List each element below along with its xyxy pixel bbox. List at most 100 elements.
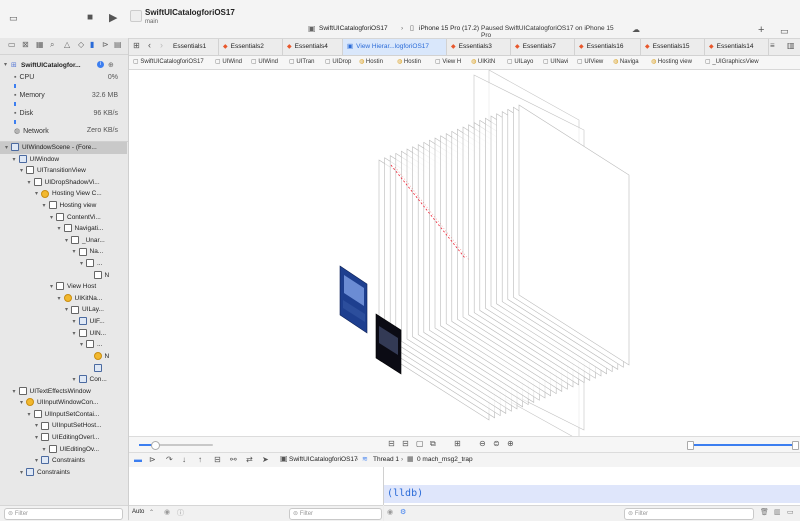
disclosure-icon[interactable]: ▾ — [13, 386, 19, 398]
disclosure-icon[interactable]: ▾ — [43, 444, 49, 456]
zoom-out-icon[interactable]: ⊖ — [479, 439, 486, 448]
tree-row[interactable]: ▾ ContentVi... — [0, 212, 128, 224]
tree-row[interactable]: ▾ Constraints — [0, 455, 128, 467]
tree-row[interactable]: ▾ UIWindowScene - (Fore... — [0, 142, 127, 154]
disclosure-icon[interactable]: ▾ — [73, 316, 79, 328]
grid-icon[interactable]: ⊞ — [133, 41, 140, 50]
network-gauge[interactable]: ◍ Network Zero KB/s — [14, 127, 118, 139]
breadcrumb-item[interactable]: ▢ _UIGraphicsView — [705, 58, 763, 65]
add-icon[interactable]: + — [758, 24, 764, 36]
trash-icon[interactable]: 🗑 — [760, 508, 769, 516]
tree-row[interactable]: ▾ Con... — [0, 374, 128, 386]
info-icon[interactable]: i — [97, 61, 104, 68]
inspector-toggle-icon[interactable]: ▭ — [780, 26, 789, 37]
disk-gauge[interactable]: ▪ Disk 96 KB/s — [14, 110, 118, 124]
breadcrumb-item[interactable]: ◍ Hosting view — [651, 58, 705, 65]
tree-row[interactable]: ▾ UITextEffectsWindow — [0, 386, 128, 398]
run-icon[interactable]: ▶ — [109, 11, 117, 24]
info-circle-icon[interactable]: ⓘ — [177, 508, 184, 518]
environment-icon[interactable]: ⇄ — [246, 455, 253, 464]
disclosure-icon[interactable]: ▾ — [73, 246, 79, 258]
step-into-icon[interactable]: ↓ — [182, 455, 186, 464]
continue-icon[interactable]: ⊳ — [149, 455, 156, 464]
spacing-slider-track[interactable] — [139, 441, 213, 450]
tree-row[interactable]: ▾ UIInputWindowCon... — [0, 397, 128, 409]
tree-row[interactable]: ▾... — [0, 339, 128, 351]
process-row[interactable]: ▾ ⊞ SwiftUICatalogfor... i ⊕ — [4, 61, 126, 72]
back-icon[interactable]: ‹ — [148, 40, 151, 50]
tree-row[interactable]: N — [0, 270, 128, 282]
tree-row[interactable]: ▾ Na... — [0, 246, 128, 258]
tree-row[interactable]: N — [0, 351, 128, 363]
tree-row[interactable]: ▾ UIInputSetHost... — [0, 420, 128, 432]
breadcrumb-item[interactable]: ▢ UINavi — [543, 58, 577, 65]
disclosure-icon[interactable]: ▾ — [43, 200, 49, 212]
view-layers-svg[interactable] — [129, 69, 800, 441]
maximize-console-icon[interactable]: ▭ — [787, 508, 794, 516]
disclosure-icon[interactable]: ▾ — [28, 177, 34, 189]
breadcrumb-item[interactable]: ◍ Naviga — [613, 58, 651, 65]
console-input-line[interactable]: (lldb) — [384, 485, 800, 503]
variables-filter-input[interactable]: ⊜ Filter — [289, 508, 382, 520]
tree-row[interactable]: ▾ UIEditingOverl... — [0, 432, 128, 444]
tab-1[interactable]: Essentials1 — [169, 39, 219, 55]
breadcrumb-item[interactable]: ▢ UIView — [577, 58, 613, 65]
tree-row[interactable]: ▾ Navigati... — [0, 223, 128, 235]
tab-5[interactable]: ◆ Essentials3 — [447, 39, 511, 55]
folder-icon[interactable]: ▭ — [8, 40, 16, 49]
console-settings-icon[interactable]: ⚙ — [400, 508, 406, 516]
grid-view-icon[interactable]: ⊞ — [454, 439, 461, 448]
tree-row[interactable]: ▾ UIN... — [0, 328, 128, 340]
scheme-selector[interactable]: SwiftUICatalogforiOS17 — [319, 25, 388, 32]
breadcrumb-item[interactable]: ◍ Hostin — [359, 58, 397, 65]
source-control-icon[interactable]: ⊠ — [22, 40, 29, 49]
breadcrumb-item[interactable]: ▢ UIWind — [215, 58, 251, 65]
more-options-icon[interactable]: ⊕ — [108, 61, 114, 69]
tree-row[interactable]: ▾ UIDropShadowVi... — [0, 177, 128, 189]
disclosure-icon[interactable]: ▾ — [73, 374, 79, 386]
navigation-bar-snapshot[interactable] — [339, 265, 368, 334]
debug-view-hierarchy-icon[interactable]: ⊟ — [214, 455, 221, 464]
scope-selector[interactable]: Auto — [132, 509, 144, 515]
variables-view[interactable] — [129, 467, 384, 505]
range-slider-right-thumb[interactable] — [792, 441, 799, 450]
console-filter-input[interactable]: ⊜ Filter — [624, 508, 754, 520]
view-debugger-canvas[interactable] — [129, 69, 800, 441]
tree-row[interactable]: ▾ UIWindow — [0, 154, 128, 166]
thread-crumb[interactable]: Thread 1 — [373, 456, 399, 463]
step-over-icon[interactable]: ↷ — [166, 455, 173, 464]
split-editor-icon[interactable]: ▥ — [787, 41, 795, 50]
disclosure-icon[interactable]: ▾ — [28, 409, 34, 421]
range-slider-track[interactable] — [687, 441, 799, 450]
tree-row[interactable]: ▾ Hosting view — [0, 200, 128, 212]
breadcrumb-item[interactable]: ▢ UIDrop — [325, 58, 359, 65]
zoom-in-icon[interactable]: ⊕ — [507, 439, 514, 448]
frame-crumb[interactable]: 0 mach_msg2_trap — [417, 456, 473, 463]
tab-2[interactable]: ◆ Essentials2 — [219, 39, 283, 55]
breadcrumb-item[interactable]: ◍ UIKitN — [471, 58, 507, 65]
editor-options-icon[interactable]: ≡ — [770, 41, 775, 50]
memory-graph-icon[interactable]: ⚯ — [230, 455, 237, 464]
range-slider-left-thumb[interactable] — [687, 441, 694, 450]
tree-row[interactable]: ▾ UIEditingOv... — [0, 444, 128, 456]
hide-debug-area-icon[interactable]: ▬ — [134, 455, 142, 464]
tree-row[interactable]: ▾ UITransitionView — [0, 165, 128, 177]
spacing-slider-thumb[interactable] — [151, 441, 160, 450]
navigator-filter-input[interactable]: ⊜ Filter — [4, 508, 123, 520]
eye-icon[interactable]: ◉ — [387, 508, 393, 516]
tree-row[interactable]: ▾ Hosting View C... — [0, 188, 128, 200]
breadcrumb-item[interactable]: ▢ View H — [435, 58, 471, 65]
breakpoint-icon[interactable]: ⊳ — [102, 40, 109, 49]
location-icon[interactable]: ➤ — [262, 455, 269, 464]
cpu-gauge[interactable]: ▪ CPU 0% — [14, 74, 118, 88]
symbol-icon[interactable]: ▦ — [36, 40, 44, 49]
tree-row[interactable] — [0, 362, 128, 374]
console-view[interactable]: (lldb) — [384, 467, 800, 505]
disclosure-icon[interactable]: ▾ — [58, 293, 64, 305]
tree-row[interactable]: ▾ UIF... — [0, 316, 128, 328]
tree-row[interactable]: ▾... — [0, 258, 128, 270]
breadcrumb-item[interactable]: ▢ UIWind — [251, 58, 289, 65]
eye-icon[interactable]: ◉ — [164, 508, 170, 516]
report-icon[interactable]: ▤ — [114, 40, 122, 49]
disclosure-icon[interactable]: ▾ — [73, 328, 79, 340]
